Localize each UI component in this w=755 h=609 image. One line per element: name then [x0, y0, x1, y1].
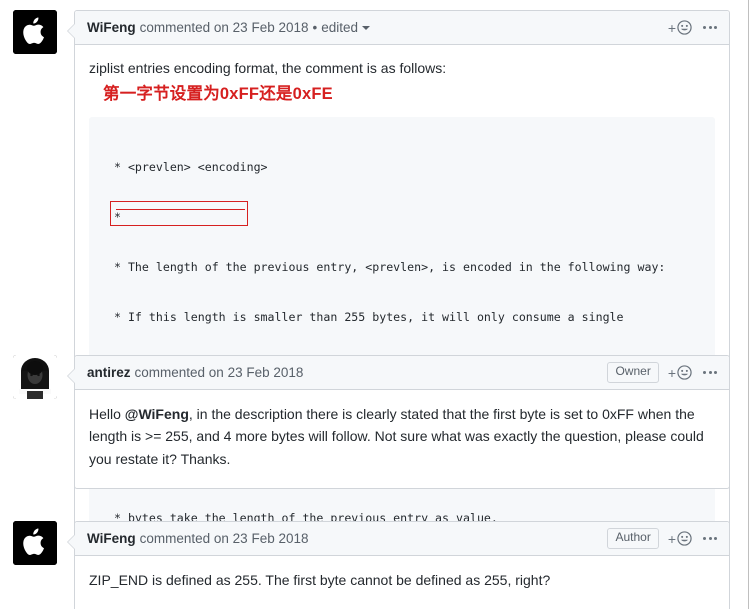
- comment-header: WiFeng commented on 23 Feb 2018 Author +: [75, 522, 729, 556]
- plus-icon: +: [667, 19, 676, 36]
- user-mention[interactable]: @WiFeng: [125, 406, 189, 422]
- add-reaction-button[interactable]: +: [668, 365, 692, 380]
- code-line: * If this length is smaller than 255 byt…: [107, 310, 624, 325]
- code-line: * <prevlen> <encoding>: [107, 160, 268, 175]
- comment-intro-text: ziplist entries encoding format, the com…: [89, 60, 447, 76]
- more-options-icon[interactable]: [701, 26, 719, 29]
- role-badge-author: Author: [607, 528, 659, 549]
- comment-header-actions: Author +: [607, 528, 719, 549]
- annotation-box: [110, 200, 248, 226]
- avatar-wifeng[interactable]: [13, 521, 57, 565]
- comment-header-actions: Owner +: [607, 362, 719, 383]
- role-badge-owner: Owner: [607, 362, 659, 383]
- comment-header: antirez commented on 23 Feb 2018 Owner +: [75, 356, 729, 390]
- red-annotation-heading: 第一字节设置为0xFF还是0xFE: [103, 85, 333, 104]
- comment-text: ZIP_END is defined as 255. The first byt…: [89, 572, 551, 588]
- comment-bubble-antirez-1: antirez commented on 23 Feb 2018 Owner +: [67, 355, 730, 490]
- avatar-antirez[interactable]: [13, 355, 57, 399]
- smiley-face-icon: [677, 365, 692, 380]
- comment-text-part: Hello: [89, 406, 125, 422]
- chevron-down-icon[interactable]: [362, 25, 371, 30]
- comment-header-actions: +: [668, 20, 719, 35]
- comment-text: Hello @WiFeng, in the description there …: [89, 403, 715, 470]
- plus-icon: +: [667, 530, 676, 547]
- page-right-border: [748, 0, 749, 609]
- comment-author-link[interactable]: WiFeng: [87, 531, 136, 546]
- edited-label[interactable]: edited: [321, 20, 358, 35]
- comment-body: Hello @WiFeng, in the description there …: [75, 390, 729, 488]
- comment-timestamp[interactable]: commented on 23 Feb 2018: [135, 365, 304, 380]
- comment-body: ZIP_END is defined as 255. The first byt…: [75, 556, 729, 609]
- plus-icon: +: [667, 364, 676, 381]
- add-reaction-button[interactable]: +: [668, 531, 692, 546]
- add-reaction-button[interactable]: +: [668, 20, 692, 35]
- header-separator-dot: •: [312, 20, 318, 35]
- comment-bubble-wifeng-2: WiFeng commented on 23 Feb 2018 Author +: [67, 521, 730, 609]
- comment-author-link[interactable]: antirez: [87, 365, 131, 380]
- comment-timestamp[interactable]: commented on 23 Feb 2018: [140, 20, 309, 35]
- github-issue-thread: WiFeng commented on 23 Feb 2018 • edited…: [0, 0, 755, 609]
- more-options-icon[interactable]: [701, 371, 719, 374]
- comment-timestamp[interactable]: commented on 23 Feb 2018: [140, 531, 309, 546]
- comment-bubble-wifeng-1: WiFeng commented on 23 Feb 2018 • edited…: [67, 10, 730, 609]
- smiley-face-icon: [677, 20, 692, 35]
- code-line: * The length of the previous entry, <pre…: [107, 260, 666, 275]
- comment-header: WiFeng commented on 23 Feb 2018 • edited…: [75, 11, 729, 45]
- comment-author-link[interactable]: WiFeng: [87, 20, 136, 35]
- avatar-wifeng[interactable]: [13, 10, 57, 54]
- smiley-face-icon: [677, 531, 692, 546]
- more-options-icon[interactable]: [701, 537, 719, 540]
